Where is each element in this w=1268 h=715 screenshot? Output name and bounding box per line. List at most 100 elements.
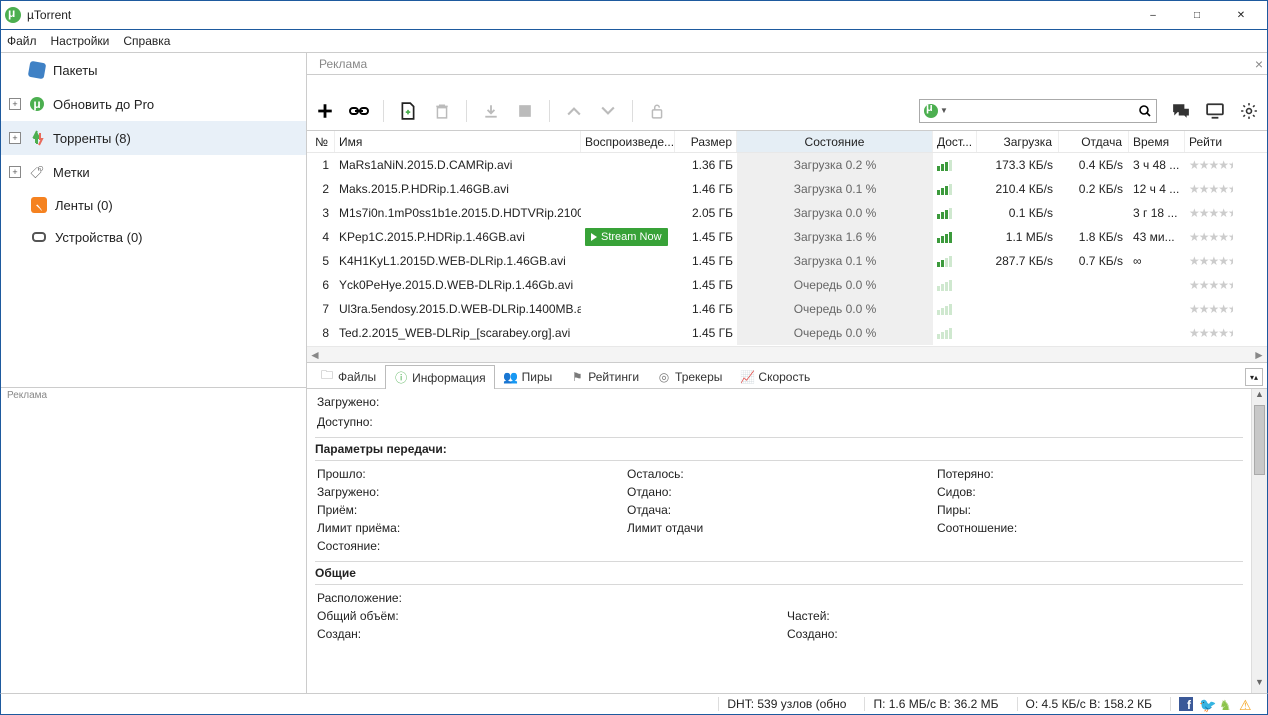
scroll-left-icon[interactable]: ◄: [307, 348, 323, 362]
android-icon[interactable]: ♞: [1219, 697, 1233, 711]
tab-files[interactable]: 🗀Файлы: [311, 364, 385, 388]
tab-info[interactable]: ⓘИнформация: [385, 365, 494, 389]
stop-button[interactable]: [515, 101, 535, 121]
preferences-button[interactable]: [1239, 101, 1259, 121]
col-up[interactable]: Отдача: [1059, 131, 1129, 152]
scroll-up-icon[interactable]: ▲: [1252, 389, 1267, 405]
lbl-created: Создан:: [317, 627, 787, 641]
start-button[interactable]: [481, 101, 501, 121]
tab-peers[interactable]: 👥Пиры: [495, 364, 562, 388]
lbl-pieces: Частей:: [787, 609, 1241, 623]
sidebar-item-upgrade[interactable]: + μ Обновить до Pro: [1, 87, 306, 121]
stream-now-button[interactable]: Stream Now: [585, 228, 668, 246]
col-size[interactable]: Размер: [675, 131, 737, 152]
twitter-icon[interactable]: 🐦: [1199, 697, 1213, 711]
chevron-down-icon[interactable]: ▼: [940, 106, 948, 115]
col-num[interactable]: №: [307, 131, 335, 152]
warning-icon[interactable]: ⚠: [1239, 697, 1253, 711]
menu-help[interactable]: Справка: [123, 34, 170, 48]
detail-tabs: 🗀Файлы ⓘИнформация 👥Пиры ⚑Рейтинги ◎Трек…: [307, 363, 1267, 389]
tree-expand-icon[interactable]: +: [9, 98, 21, 110]
col-name[interactable]: Имя: [335, 131, 581, 152]
tab-speed[interactable]: 📈Скорость: [731, 364, 819, 388]
tab-trackers[interactable]: ◎Трекеры: [648, 364, 731, 388]
table-row[interactable]: 1MaRs1aNiN.2015.D.CAMRip.avi1.36 ГБЗагру…: [307, 153, 1267, 177]
torrents-icon: [29, 130, 45, 146]
lbl-seeds: Сидов:: [937, 485, 1241, 499]
menu-settings[interactable]: Настройки: [51, 34, 110, 48]
sidebar-item-feeds[interactable]: ৲ Ленты (0): [1, 189, 306, 221]
move-down-button[interactable]: [598, 101, 618, 121]
devices-icon: [31, 229, 47, 245]
col-play[interactable]: Воспроизведе...: [581, 131, 675, 152]
window-close-button[interactable]: ✕: [1219, 1, 1263, 29]
col-state[interactable]: Состояние: [737, 131, 933, 152]
lbl-state: Состояние:: [317, 539, 627, 553]
lbl-given: Отдано:: [627, 485, 937, 499]
grid-header[interactable]: № Имя Воспроизведе... Размер Состояние Д…: [307, 131, 1267, 153]
menu-file[interactable]: Файл: [7, 34, 37, 48]
sidebar-item-packages[interactable]: Пакеты: [1, 53, 306, 87]
search-icon[interactable]: [1138, 104, 1152, 118]
col-avail[interactable]: Дост...: [933, 131, 977, 152]
add-url-button[interactable]: [349, 101, 369, 121]
unlock-button[interactable]: [647, 101, 667, 121]
sidebar-item-labels[interactable]: + 🏷 Метки: [1, 155, 306, 189]
table-row[interactable]: 6Yck0PeHye.2015.D.WEB-DLRip.1.46Gb.avi1.…: [307, 273, 1267, 297]
trackers-icon: ◎: [657, 370, 671, 384]
ad-label: Реклама: [319, 57, 367, 71]
scroll-right-icon[interactable]: ►: [1251, 348, 1267, 362]
speed-icon: 📈: [740, 370, 754, 384]
svg-text:μ: μ: [33, 97, 40, 111]
labels-icon: 🏷: [29, 164, 45, 180]
scroll-down-icon[interactable]: ▼: [1252, 677, 1267, 693]
sidebar-item-label: Метки: [53, 165, 90, 180]
delete-button[interactable]: [432, 101, 452, 121]
tree-expand-icon[interactable]: +: [9, 132, 21, 144]
create-torrent-button[interactable]: [398, 101, 418, 121]
remote-button[interactable]: [1205, 101, 1225, 121]
lbl-elapsed: Прошло:: [317, 467, 627, 481]
move-up-button[interactable]: [564, 101, 584, 121]
grid-hscrollbar[interactable]: ◄ ►: [307, 346, 1267, 362]
detail-vscrollbar[interactable]: ▲ ▼: [1251, 389, 1267, 693]
tree-expand-icon[interactable]: +: [9, 166, 21, 178]
lbl-created-at: Создано:: [787, 627, 1241, 641]
peers-icon: 👥: [504, 370, 518, 384]
sidebar-item-torrents[interactable]: + Торренты (8): [1, 121, 306, 155]
facebook-icon[interactable]: f: [1179, 697, 1193, 711]
col-rating[interactable]: Рейти: [1185, 131, 1233, 152]
sidebar-item-devices[interactable]: Устройства (0): [1, 221, 306, 253]
table-row[interactable]: 7Ul3ra.5endosy.2015.D.WEB-DLRip.1400MB.a…: [307, 297, 1267, 321]
info-available-label: Доступно:: [317, 415, 1241, 429]
lbl-location: Расположение:: [317, 591, 787, 605]
table-row[interactable]: 3M1s7i0n.1mP0ss1b1e.2015.D.HDTVRip.2100.…: [307, 201, 1267, 225]
lbl-dllimit: Лимит приёма:: [317, 521, 627, 535]
lbl-peers: Пиры:: [937, 503, 1241, 517]
lbl-remaining: Осталось:: [627, 467, 937, 481]
search-box[interactable]: ▼: [919, 99, 1157, 123]
toolbar: ▼: [307, 91, 1267, 131]
detail-panel: Загружено: Доступно: Параметры передачи:…: [307, 389, 1267, 693]
tab-expand-button[interactable]: ▾▴: [1245, 368, 1263, 386]
packages-icon: [28, 61, 47, 80]
col-time[interactable]: Время: [1129, 131, 1185, 152]
tab-ratings[interactable]: ⚑Рейтинги: [561, 364, 648, 388]
table-row[interactable]: 5K4H1KyL1.2015D.WEB-DLRip.1.46GB.avi1.45…: [307, 249, 1267, 273]
app-logo-icon: [5, 7, 21, 23]
sidebar-item-label: Пакеты: [53, 63, 98, 78]
menubar: Файл Настройки Справка: [0, 30, 1268, 52]
add-torrent-button[interactable]: [315, 101, 335, 121]
table-row[interactable]: 4KPep1C.2015.P.HDRip.1.46GB.aviStream No…: [307, 225, 1267, 249]
table-row[interactable]: 8Ted.2.2015_WEB-DLRip_[scarabey.org].avi…: [307, 321, 1267, 345]
search-input[interactable]: [952, 104, 1138, 118]
table-row[interactable]: 2Maks.2015.P.HDRip.1.46GB.avi1.46 ГБЗагр…: [307, 177, 1267, 201]
window-minimize-button[interactable]: –: [1131, 1, 1175, 29]
ad-close-button[interactable]: ×: [1255, 56, 1263, 72]
col-down[interactable]: Загрузка: [977, 131, 1059, 152]
chat-button[interactable]: [1171, 101, 1191, 121]
lbl-total-size: Общий объём:: [317, 609, 787, 623]
window-maximize-button[interactable]: □: [1175, 1, 1219, 29]
lbl-ratio: Соотношение:: [937, 521, 1241, 535]
ad-bar: Реклама ×: [307, 53, 1267, 75]
